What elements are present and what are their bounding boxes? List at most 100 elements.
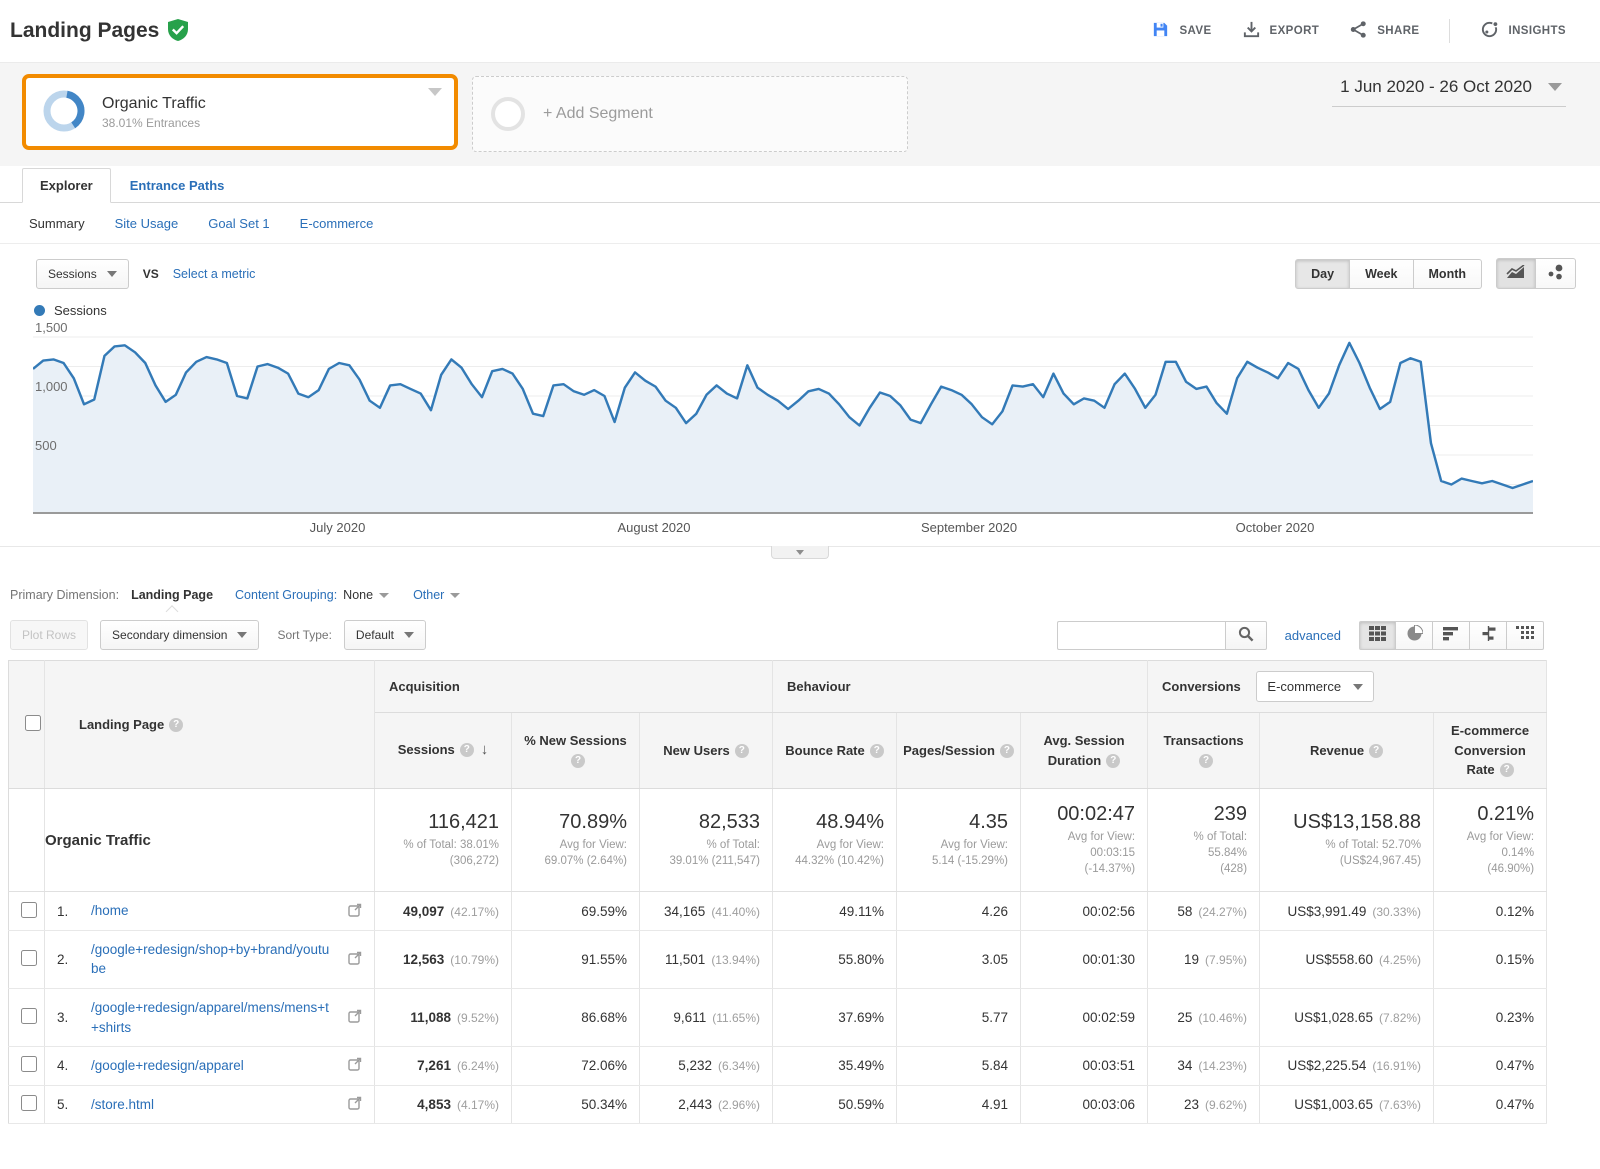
row-checkbox[interactable]	[21, 902, 37, 918]
cell-ecommerce-conversion-rate: 0.12%	[1434, 892, 1547, 931]
landing-page-link[interactable]: /google+redesign/apparel	[91, 1056, 244, 1076]
dimension-content-grouping[interactable]: Content Grouping: None	[235, 588, 389, 602]
segment-card-organic-traffic[interactable]: Organic Traffic 38.01% Entrances	[22, 74, 458, 150]
view-toggles	[1359, 621, 1544, 650]
landing-page-link[interactable]: /google+redesign/shop+by+brand/youtube	[91, 940, 336, 979]
open-page-external-link-icon[interactable]	[340, 1009, 362, 1026]
metric-selector[interactable]: Sessions	[36, 259, 129, 289]
help-icon[interactable]: ?	[1199, 754, 1213, 768]
secondary-dimension-button[interactable]: Secondary dimension	[100, 620, 259, 650]
landing-page-column-header[interactable]: Landing Page?	[45, 661, 375, 789]
help-icon[interactable]: ?	[1000, 744, 1014, 758]
sort-type-selector[interactable]: Default	[344, 620, 426, 650]
select-metric-link[interactable]: Select a metric	[173, 267, 256, 281]
collapse-chart-button[interactable]	[771, 546, 829, 559]
chevron-down-icon	[404, 632, 414, 638]
x-axis-tick: October 2020	[1236, 520, 1315, 535]
column-header-ecommerce-conversion-rate[interactable]: E-commerce Conversion Rate?	[1434, 713, 1547, 789]
column-header-sessions[interactable]: Sessions?↓	[375, 713, 512, 789]
summary-bounce-rate: 48.94%Avg for View: 44.32% (10.42%)	[773, 789, 897, 892]
table-search-input[interactable]	[1057, 621, 1225, 650]
share-button[interactable]: SHARE	[1349, 20, 1419, 42]
conversions-goal-selector[interactable]: E-commerce	[1256, 671, 1374, 702]
insights-button[interactable]: INSIGHTS	[1480, 20, 1566, 42]
x-axis-tick: July 2020	[310, 520, 366, 535]
cell-transactions: 19(7.95%)	[1148, 930, 1260, 988]
plot-rows-button[interactable]: Plot Rows	[10, 620, 88, 650]
date-range-picker[interactable]: 1 Jun 2020 - 26 Oct 2020	[1332, 75, 1566, 107]
column-header-transactions[interactable]: Transactions?	[1148, 713, 1260, 789]
granularity-month[interactable]: Month	[1414, 259, 1482, 289]
sort-type-label: Sort Type:	[277, 628, 331, 642]
save-button[interactable]: SAVE	[1151, 20, 1211, 42]
column-header-new-sessions[interactable]: % New Sessions?	[512, 713, 640, 789]
segment-detail: 38.01% Entrances	[102, 116, 206, 130]
tab-entrance-paths[interactable]: Entrance Paths	[111, 169, 244, 202]
group-header-acquisition: Acquisition	[375, 661, 773, 713]
help-icon[interactable]: ?	[460, 743, 474, 757]
export-button[interactable]: EXPORT	[1242, 20, 1320, 42]
help-icon[interactable]: ?	[571, 754, 585, 768]
column-header-revenue[interactable]: Revenue?	[1260, 713, 1434, 789]
tab-explorer[interactable]: Explorer	[22, 168, 111, 203]
granularity-week[interactable]: Week	[1350, 259, 1413, 289]
report-tabs: Explorer Entrance Paths	[0, 166, 1600, 203]
help-icon[interactable]: ?	[1106, 754, 1120, 768]
open-page-external-link-icon[interactable]	[340, 1096, 362, 1113]
column-header-session-duration[interactable]: Avg. Session Duration?	[1021, 713, 1148, 789]
group-header-conversions: Conversions E-commerce	[1148, 661, 1547, 713]
add-segment-button[interactable]: + Add Segment	[472, 76, 908, 152]
cell-pages-session: 5.84	[897, 1047, 1021, 1086]
sessions-chart[interactable]: 1,500 1,000 500	[33, 332, 1533, 514]
open-page-external-link-icon[interactable]	[340, 903, 362, 920]
landing-page-link[interactable]: /home	[91, 901, 129, 921]
granularity-day[interactable]: Day	[1295, 259, 1350, 289]
row-checkbox[interactable]	[21, 1056, 37, 1072]
subnav-goal-set-1[interactable]: Goal Set 1	[208, 216, 269, 231]
granularity-toggle: Day Week Month	[1295, 259, 1482, 289]
line-chart-toggle-button[interactable]	[1496, 258, 1536, 289]
select-all-checkbox[interactable]	[25, 715, 41, 731]
cell-session-duration: 00:03:06	[1021, 1085, 1148, 1124]
column-header-new-users[interactable]: New Users?	[640, 713, 773, 789]
open-page-external-link-icon[interactable]	[340, 951, 362, 968]
open-page-external-link-icon[interactable]	[340, 1057, 362, 1074]
subnav-summary[interactable]: Summary	[29, 216, 85, 231]
dimension-landing-page[interactable]: Landing Page	[131, 588, 213, 602]
sort-descending-icon: ↓	[481, 741, 489, 758]
motion-chart-toggle-button[interactable]	[1536, 258, 1576, 289]
download-icon	[1242, 20, 1261, 42]
chevron-down-icon[interactable]	[428, 88, 442, 96]
table-view-button[interactable]	[1359, 621, 1396, 650]
pivot-columns-icon	[1516, 626, 1534, 644]
help-icon[interactable]: ?	[870, 744, 884, 758]
column-header-pages-session[interactable]: Pages/Session?	[897, 713, 1021, 789]
pivot-view-button[interactable]	[1507, 621, 1544, 650]
percentage-view-button[interactable]	[1396, 621, 1433, 650]
row-checkbox[interactable]	[21, 1095, 37, 1111]
subnav-ecommerce[interactable]: E-commerce	[300, 216, 374, 231]
chevron-down-icon	[1353, 684, 1363, 690]
table-body: Organic Traffic 116,421% of Total: 38.01…	[9, 789, 1547, 1124]
advanced-search-link[interactable]: advanced	[1285, 628, 1341, 643]
help-icon[interactable]: ?	[1369, 744, 1383, 758]
search-button[interactable]	[1225, 621, 1267, 650]
summary-ecommerce-conversion-rate: 0.21%Avg for View: 0.14% (46.90%)	[1434, 789, 1547, 892]
cell-sessions: 12,563(10.79%)	[375, 930, 512, 988]
dimension-other[interactable]: Other	[413, 588, 460, 602]
table-toolbar: Plot Rows Secondary dimension Sort Type:…	[0, 614, 1600, 660]
row-checkbox[interactable]	[21, 950, 37, 966]
performance-view-button[interactable]	[1433, 621, 1470, 650]
help-icon[interactable]: ?	[1500, 763, 1514, 777]
row-checkbox[interactable]	[21, 1008, 37, 1024]
sessions-legend-dot	[34, 305, 45, 316]
landing-page-link[interactable]: /google+redesign/apparel/mens/mens+t+shi…	[91, 998, 336, 1037]
subnav-site-usage[interactable]: Site Usage	[115, 216, 179, 231]
comparison-view-button[interactable]	[1470, 621, 1507, 650]
row-index: 5.	[57, 1097, 87, 1112]
column-header-bounce-rate[interactable]: Bounce Rate?	[773, 713, 897, 789]
landing-page-link[interactable]: /store.html	[91, 1095, 154, 1115]
help-icon[interactable]: ?	[735, 744, 749, 758]
row-index: 1.	[57, 904, 87, 919]
help-icon[interactable]: ?	[169, 718, 183, 732]
